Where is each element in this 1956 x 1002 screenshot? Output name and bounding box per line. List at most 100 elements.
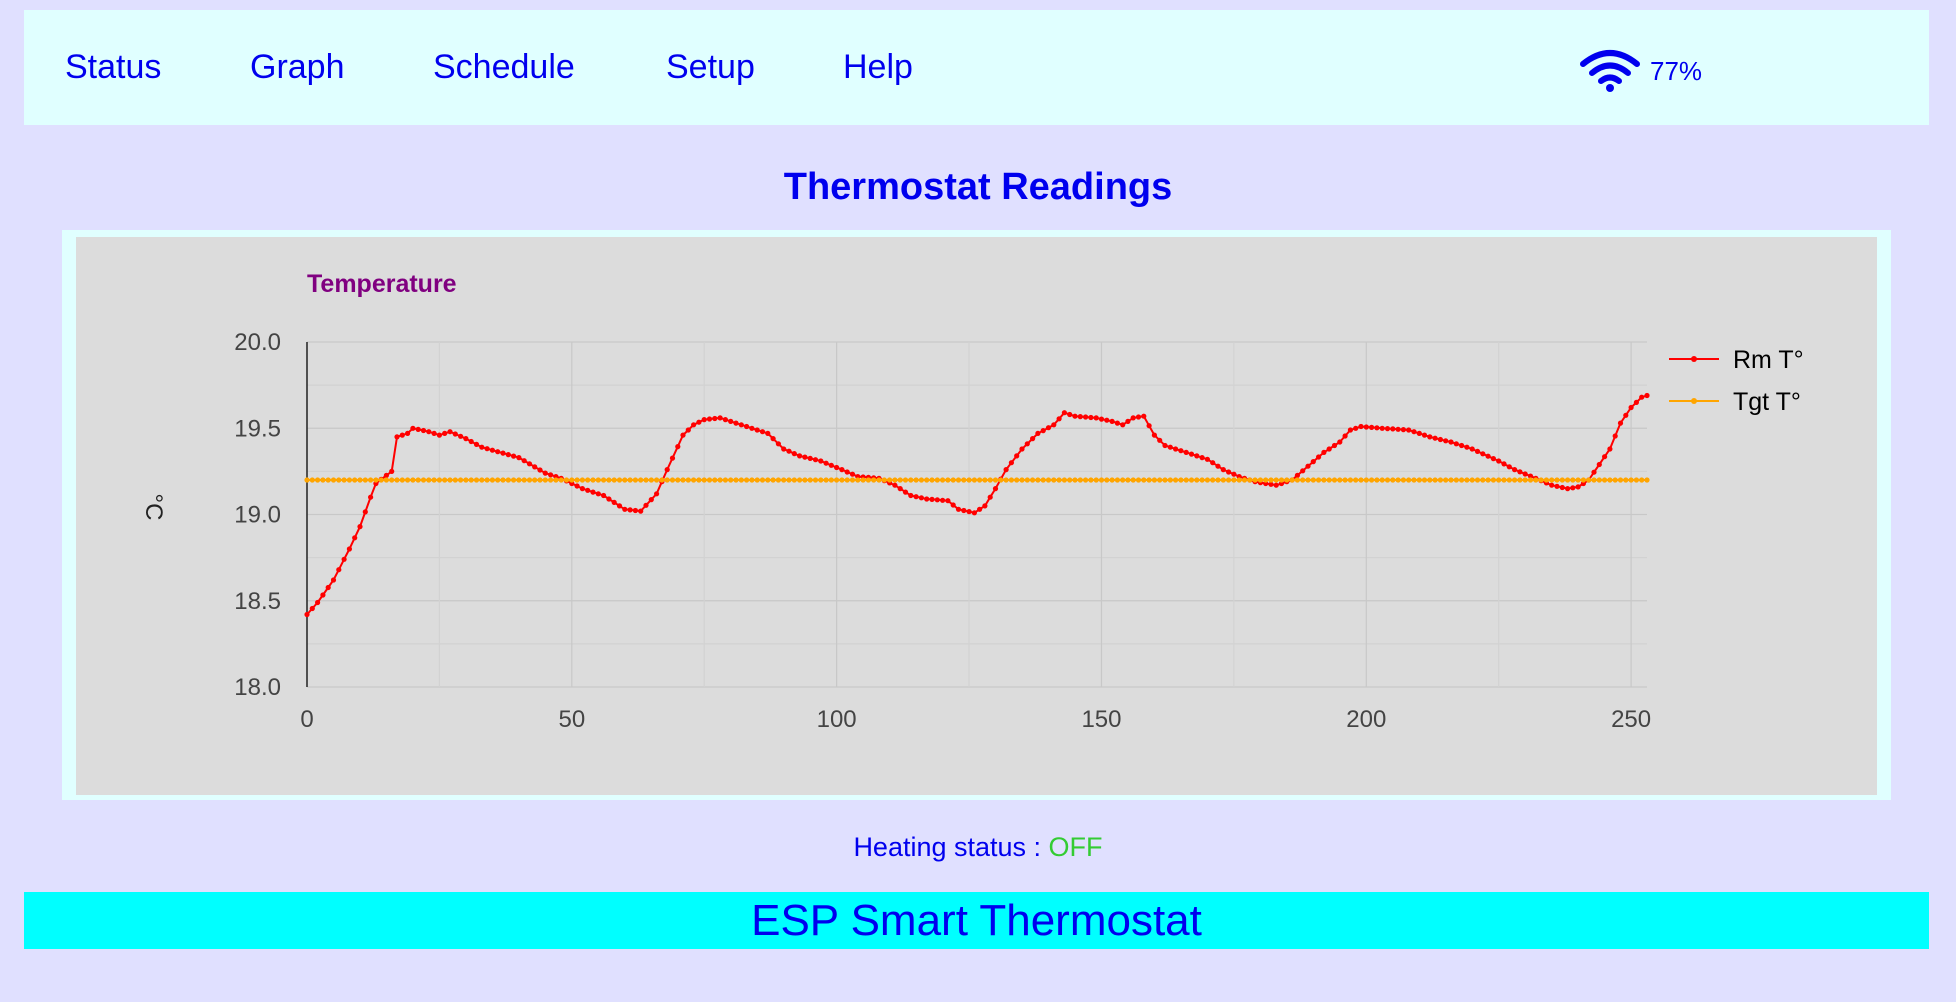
data-point <box>1310 477 1316 483</box>
nav-graph-link[interactable]: Graph <box>250 50 345 84</box>
data-point <box>315 477 321 483</box>
data-point <box>648 497 654 503</box>
data-point <box>595 491 601 497</box>
data-point <box>1363 477 1369 483</box>
data-point <box>1125 418 1131 424</box>
nav-help-link[interactable]: Help <box>843 50 913 84</box>
data-point <box>495 477 501 483</box>
data-point <box>1644 392 1650 399</box>
data-point <box>802 477 808 483</box>
data-point <box>1194 477 1200 483</box>
data-point <box>1400 427 1406 433</box>
data-point <box>1178 448 1184 454</box>
data-point <box>1596 477 1602 483</box>
data-point <box>802 454 808 460</box>
nav-schedule-link[interactable]: Schedule <box>433 50 575 84</box>
data-point <box>1210 460 1216 466</box>
data-point <box>558 477 564 483</box>
data-point <box>1098 416 1105 422</box>
footer-title: ESP Smart Thermostat <box>751 896 1202 945</box>
data-point <box>717 415 723 421</box>
data-point <box>1278 477 1285 483</box>
data-point <box>871 477 877 483</box>
data-point <box>1337 477 1343 483</box>
data-point <box>1358 423 1364 430</box>
data-point <box>1617 420 1624 426</box>
data-point <box>648 477 654 483</box>
data-point <box>1448 439 1454 445</box>
data-point <box>632 477 639 483</box>
data-point <box>352 477 358 483</box>
data-point <box>1607 446 1613 452</box>
data-point <box>574 477 580 483</box>
page-title: Thermostat Readings <box>783 166 1173 208</box>
data-point <box>1623 412 1629 418</box>
data-point <box>463 477 469 483</box>
data-point <box>1120 477 1126 483</box>
data-point <box>426 477 432 483</box>
data-point <box>420 427 427 434</box>
data-point <box>781 477 787 483</box>
data-point <box>1003 467 1009 473</box>
data-point <box>749 425 755 431</box>
nav-status-link[interactable]: Status <box>65 50 161 84</box>
data-point <box>505 477 511 483</box>
data-point <box>934 497 940 503</box>
data-point <box>484 446 490 452</box>
data-point <box>897 486 903 492</box>
data-point <box>823 460 829 466</box>
data-point <box>1533 477 1539 483</box>
data-point <box>940 497 946 503</box>
data-point <box>1443 438 1449 444</box>
series-room-temp <box>304 392 1650 618</box>
data-point <box>1347 427 1353 433</box>
data-point <box>1077 414 1083 420</box>
data-point <box>1496 458 1502 464</box>
data-point <box>1427 477 1433 483</box>
data-point <box>1353 477 1359 483</box>
data-point <box>1374 477 1380 483</box>
data-point <box>1554 483 1560 489</box>
data-point <box>1575 477 1581 483</box>
data-point <box>654 477 660 483</box>
data-point <box>839 467 845 473</box>
data-point <box>548 477 554 483</box>
legend-swatch-dot <box>1691 356 1697 362</box>
data-point <box>336 567 342 573</box>
data-point <box>1522 471 1528 477</box>
data-point <box>1014 477 1020 483</box>
data-point <box>828 477 834 483</box>
data-point <box>611 499 617 505</box>
data-point <box>1194 453 1200 459</box>
data-point <box>1538 477 1544 483</box>
nav-setup-link[interactable]: Setup <box>666 50 755 84</box>
data-point <box>675 477 681 483</box>
data-point <box>706 477 713 483</box>
data-point <box>1183 449 1189 455</box>
x-tick-label: 100 <box>817 706 857 733</box>
data-point <box>1501 477 1507 483</box>
data-point <box>1019 446 1025 452</box>
chart-title: Temperature <box>307 270 457 298</box>
data-point <box>929 496 935 502</box>
data-point <box>410 477 416 483</box>
data-point <box>622 477 628 483</box>
data-point <box>1554 477 1560 483</box>
data-point <box>1273 477 1279 483</box>
data-point <box>754 477 760 483</box>
chart-svg: 18.0 18.5 19.0 19.5 20.0 0 50 100 150 200 250 Tempe… <box>140 270 1804 733</box>
data-point <box>1331 442 1338 449</box>
data-point <box>643 477 649 483</box>
data-point <box>1151 477 1157 483</box>
data-point <box>717 477 723 483</box>
data-point <box>1162 477 1168 483</box>
data-point <box>1384 426 1391 432</box>
legend-swatch-dot <box>1691 398 1697 404</box>
data-point <box>1416 430 1422 436</box>
data-point <box>1220 477 1226 483</box>
data-point <box>346 546 352 552</box>
data-point <box>1369 424 1375 430</box>
data-point <box>839 477 845 483</box>
data-point <box>304 611 310 618</box>
y-tick-label: 20.0 <box>234 329 281 356</box>
